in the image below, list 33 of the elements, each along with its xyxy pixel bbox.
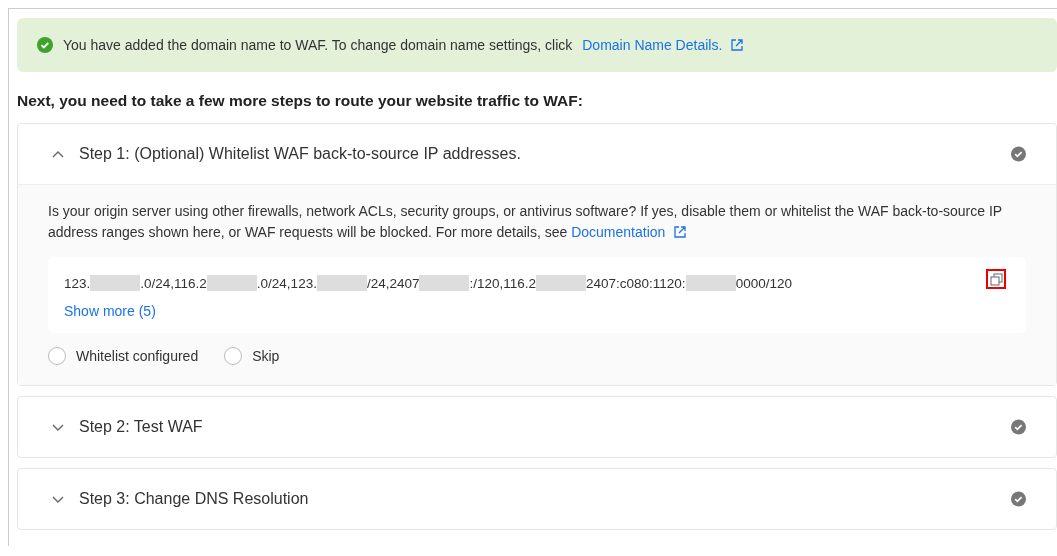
ip-text: :/120,116.2 [469,275,537,291]
banner-message: You have added the domain name to WAF. To change domain name settings, click [63,37,573,53]
section-heading: Next, you need to take a few more steps to route your website traffic to WAF: [17,92,583,109]
check-circle-icon [1011,491,1026,507]
redaction-block [90,275,141,291]
redaction-block [316,275,367,291]
external-link-icon [673,225,688,239]
redaction-block [536,275,587,291]
documentation-link[interactable]: Documentation [571,224,688,240]
ip-text: .0/24,116.2 [140,275,207,291]
ip-text: .0/24,123. [256,275,317,291]
chevron-down-icon[interactable] [51,494,65,504]
chevron-up-icon[interactable] [51,149,65,159]
chevron-down-icon[interactable] [51,422,65,432]
ip-text: 2407:c080:1120: [586,275,686,291]
show-more-link[interactable]: Show more (5) [64,303,156,319]
copy-icon [989,272,1003,286]
radio-option[interactable]: Skip [224,347,280,365]
step-title[interactable]: Step 1: (Optional) Whitelist WAF back-to-source IP addresses. [79,145,1011,163]
check-circle-icon [1011,146,1026,162]
check-circle-icon [37,37,53,53]
copy-button[interactable] [986,269,1006,289]
domain-details-link[interactable]: Domain Name Details. [582,37,745,53]
external-link-icon [730,38,745,52]
redaction-block [419,275,470,291]
redaction-block [685,275,736,291]
ip-text: 123. [64,275,91,291]
ip-text: /24,2407 [366,275,420,291]
check-circle-icon [1011,419,1026,435]
radio-option[interactable]: Whitelist configured [48,347,199,365]
ip-text: 0000/120 [735,275,792,291]
step-description: Is your origin server using other firewalls, network ACLs, security groups, or antivirus software? If yes, disable them or whitelist the WAF back-to-source IP address ranges shown here, or WAF requests will be blocked. For more details, see Documentation [48,202,1003,242]
redaction-block [206,275,257,291]
